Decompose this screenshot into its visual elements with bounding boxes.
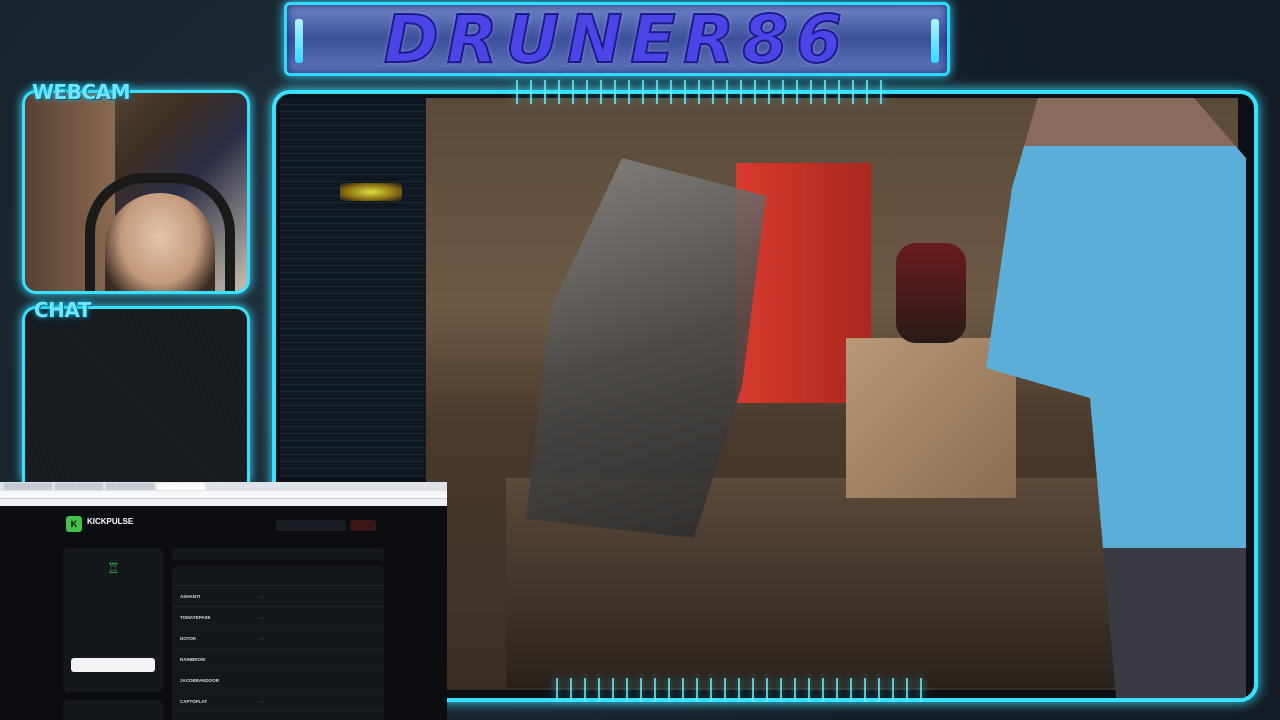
status-pill <box>258 595 265 598</box>
banner-left-cap <box>295 19 303 63</box>
chat-label: CHAT <box>34 298 91 322</box>
orbital-sander <box>896 243 966 343</box>
kickpulse-page: K KICKPULSE ♖ ASHANTI TOMATEPASE DOTOK R… <box>0 506 447 720</box>
address-bar[interactable] <box>0 491 447 499</box>
table-row[interactable]: CAPTOPLAT <box>172 691 384 712</box>
row-name: CAPTOPLAT <box>180 698 208 704</box>
frame-glow-bottom <box>550 678 930 702</box>
status-pill <box>258 637 265 640</box>
webcam-streamer <box>105 193 215 291</box>
workshop-scene <box>426 98 1246 698</box>
browser-tab[interactable] <box>4 483 52 490</box>
banner-right-cap <box>931 19 939 63</box>
browser-tab[interactable] <box>55 483 103 490</box>
status-pill <box>258 680 264 682</box>
city-background <box>280 98 426 478</box>
chat-panel <box>22 306 250 482</box>
filter-input[interactable] <box>172 548 384 560</box>
webcam-label: WEBCAM <box>32 80 131 104</box>
city-lights <box>340 183 402 201</box>
webcam-panel <box>22 90 250 294</box>
table-row[interactable]: JACOBRANDOOR <box>172 670 384 691</box>
channel-search-input[interactable] <box>276 520 346 531</box>
kickpulse-logo[interactable]: K <box>66 516 82 532</box>
table-row[interactable]: TOMATEPASE <box>172 607 384 628</box>
title-banner: DRUNER86 <box>284 0 950 79</box>
browser-tab-strip <box>0 482 447 491</box>
primary-action-button[interactable] <box>71 658 155 672</box>
secondary-card <box>63 700 163 720</box>
table-header <box>172 566 384 586</box>
row-name: RAINBROW <box>180 656 206 662</box>
browser-window: K KICKPULSE ♖ ASHANTI TOMATEPASE DOTOK R… <box>0 482 447 720</box>
status-card: ♖ <box>63 548 163 692</box>
row-name: DOTOK <box>180 635 197 641</box>
kickpulse-brand: KICKPULSE <box>87 517 134 526</box>
table-row[interactable]: RAINBROW <box>172 649 384 670</box>
channel-title: DRUNER86 <box>383 0 851 79</box>
table-row[interactable]: ASHANTI <box>172 586 384 607</box>
badge-icon: ♖ <box>107 560 120 576</box>
row-name: JACOBRANDOOR <box>180 677 220 683</box>
status-pill <box>258 616 265 619</box>
status-pill <box>258 659 264 661</box>
browser-tab[interactable] <box>106 483 154 490</box>
frame-glow-top <box>510 80 890 104</box>
table-row[interactable]: DOTOK <box>172 628 384 649</box>
leaderboard-table: ASHANTI TOMATEPASE DOTOK RAINBROW JACOBR… <box>172 566 384 720</box>
header-action-button[interactable] <box>350 520 376 531</box>
row-name: ASHANTI <box>180 593 200 599</box>
browser-tab-active[interactable] <box>157 483 205 490</box>
status-pill <box>258 700 265 703</box>
row-name: TOMATEPASE <box>180 614 211 620</box>
bookmarks-bar <box>0 499 447 506</box>
